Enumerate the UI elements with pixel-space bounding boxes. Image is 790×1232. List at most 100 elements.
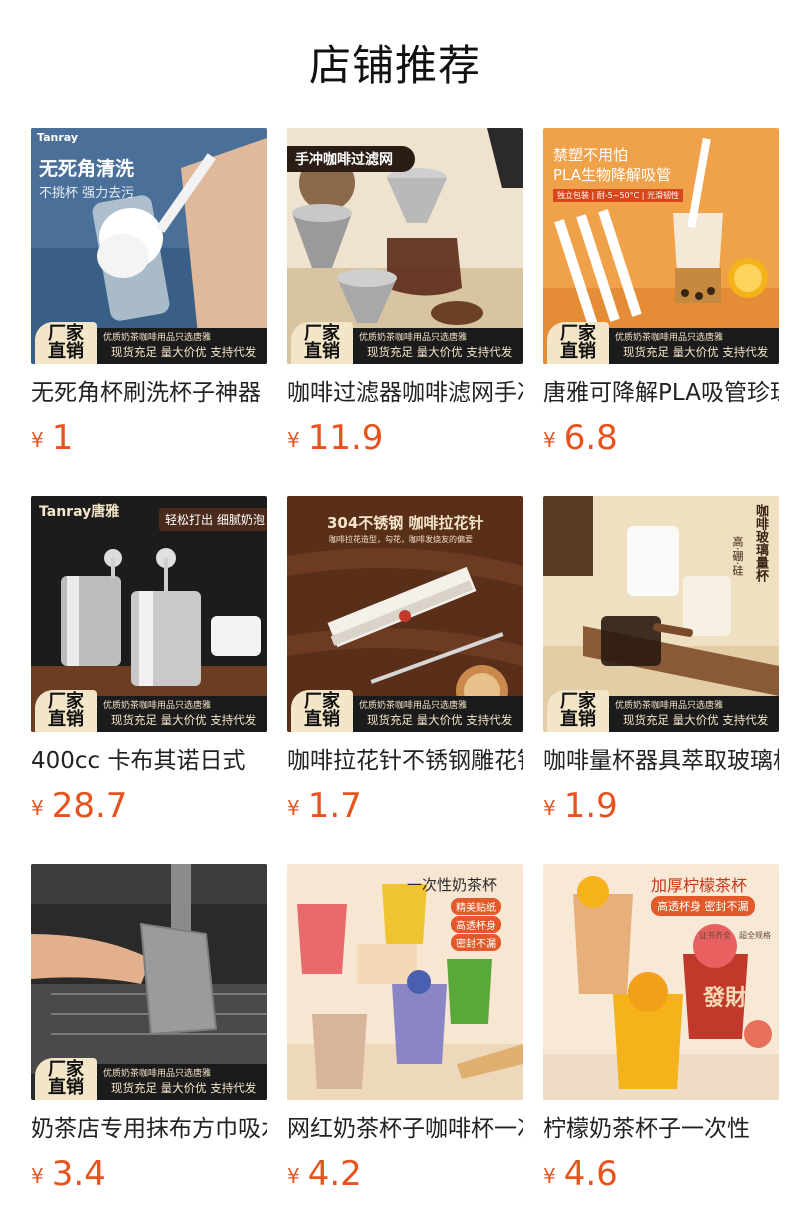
banner-strip: 优质奶茶咖啡用品只选唐雅 现货充足 量大价优 支持代发 — [351, 328, 523, 364]
badge-line2: 直销 — [560, 709, 596, 730]
badge-line2: 直销 — [560, 341, 596, 362]
banner-strip: 优质奶茶咖啡用品只选唐雅 现货充足 量大价优 支持代发 — [607, 696, 779, 732]
product-name[interactable]: 网红奶茶杯子咖啡杯一次性 — [287, 1112, 523, 1146]
product-image[interactable]: 304不锈钢 咖啡拉花针 咖啡拉花造型，勾花，咖啡发烧友的偏爱 优质奶茶咖啡用品… — [287, 496, 523, 732]
banner-top-text: 优质奶茶咖啡用品只选唐雅 — [615, 333, 724, 343]
image-subtitle: PLA生物降解吸管 — [553, 166, 672, 184]
price-value: 1 — [51, 418, 74, 458]
image-tag: 轻松打出 细腻奶泡 — [159, 508, 267, 531]
product-card[interactable]: 禁塑不用怕 PLA生物降解吸管 独立包装 | 耐-5~50°C | 光滑韧性 优… — [543, 128, 779, 462]
image-tag: 超全规格 — [739, 931, 771, 940]
image-headline: 304不锈钢 咖啡拉花针 — [327, 514, 484, 532]
image-headline: 一次性奶茶杯 — [407, 876, 498, 894]
product-image[interactable]: 优质奶茶咖啡用品只选唐雅 现货充足 量大价优 支持代发 厂家 直销 — [31, 864, 267, 1100]
factory-direct-banner: 优质奶茶咖啡用品只选唐雅 现货充足 量大价优 支持代发 厂家 直销 — [543, 690, 779, 732]
product-name[interactable]: 400cc 卡布其诺日式 — [31, 744, 267, 778]
banner-top-text: 优质奶茶咖啡用品只选唐雅 — [359, 701, 468, 711]
badge-line2: 直销 — [304, 341, 340, 362]
factory-badge: 厂家 直销 — [35, 322, 97, 364]
product-image[interactable]: 咖啡玻璃量杯 高·硼·硅 优质奶茶咖啡用品只选唐雅 现货充足 量大价优 支持代发… — [543, 496, 779, 732]
image-subtitle: 咖啡拉花造型，勾花，咖啡发烧友的偏爱 — [329, 535, 473, 544]
factory-direct-banner: 优质奶茶咖啡用品只选唐雅 现货充足 量大价优 支持代发 厂家 直销 — [31, 1058, 267, 1100]
currency-symbol: ¥ — [543, 428, 556, 452]
currency-symbol: ¥ — [287, 428, 300, 452]
product-image[interactable]: Tanray 无死角清洗 不挑杯 强力去污 优质奶茶咖啡用品只选唐雅 现货充足 … — [31, 128, 267, 364]
product-price: ¥28.7 — [31, 786, 267, 830]
banner-top-text: 优质奶茶咖啡用品只选唐雅 — [103, 1069, 212, 1079]
factory-badge: 厂家 直销 — [291, 690, 353, 732]
product-image[interactable]: 手冲咖啡过滤网 优质奶茶咖啡用品只选唐雅 现货充足 量大价优 支持代发 厂家 直… — [287, 128, 523, 364]
banner-bottom-text: 现货充足 量大价优 支持代发 — [111, 1081, 257, 1095]
factory-direct-banner: 优质奶茶咖啡用品只选唐雅 现货充足 量大价优 支持代发 厂家 直销 — [31, 690, 267, 732]
image-headline: 咖啡玻璃量杯 — [753, 504, 768, 582]
product-card[interactable]: 优质奶茶咖啡用品只选唐雅 现货充足 量大价优 支持代发 厂家 直销 奶茶店专用抹… — [31, 864, 267, 1198]
image-headline: 禁塑不用怕 — [553, 146, 629, 164]
banner-bottom-text: 现货充足 量大价优 支持代发 — [111, 345, 257, 359]
product-card[interactable]: 一次性奶茶杯 精美贴纸 高透杯身 密封不漏 网红奶茶杯子咖啡杯一次性 ¥4.2 — [287, 864, 523, 1198]
product-price: ¥1 — [31, 418, 267, 462]
badge-line2: 直销 — [48, 709, 84, 730]
product-card[interactable]: 加厚柠檬茶杯 高透杯身 密封不漏 证书齐全 超全规格 發財 柠檬奶茶杯子一次性 … — [543, 864, 779, 1198]
badge-line2: 直销 — [48, 1077, 84, 1098]
product-price: ¥1.7 — [287, 786, 523, 830]
product-card[interactable]: 手冲咖啡过滤网 优质奶茶咖啡用品只选唐雅 现货充足 量大价优 支持代发 厂家 直… — [287, 128, 523, 462]
banner-top-text: 优质奶茶咖啡用品只选唐雅 — [103, 333, 212, 343]
factory-direct-banner: 优质奶茶咖啡用品只选唐雅 现货充足 量大价优 支持代发 厂家 直销 — [543, 322, 779, 364]
product-name[interactable]: 咖啡拉花针不锈钢雕花针 — [287, 744, 523, 778]
price-value: 4.2 — [307, 1154, 362, 1194]
factory-badge: 厂家 直销 — [547, 322, 609, 364]
banner-strip: 优质奶茶咖啡用品只选唐雅 现货充足 量大价优 支持代发 — [95, 328, 267, 364]
currency-symbol: ¥ — [287, 796, 300, 820]
banner-bottom-text: 现货充足 量大价优 支持代发 — [623, 713, 769, 727]
product-name[interactable]: 奶茶店专用抹布方巾吸水 — [31, 1112, 267, 1146]
currency-symbol: ¥ — [287, 1164, 300, 1188]
product-image[interactable]: 禁塑不用怕 PLA生物降解吸管 独立包装 | 耐-5~50°C | 光滑韧性 优… — [543, 128, 779, 364]
product-price: ¥1.9 — [543, 786, 779, 830]
cup-print-text: 發財 — [703, 986, 748, 1011]
factory-direct-banner: 优质奶茶咖啡用品只选唐雅 现货充足 量大价优 支持代发 厂家 直销 — [287, 322, 523, 364]
product-image[interactable]: Tanray唐雅 轻松打出 细腻奶泡 优质奶茶咖啡用品只选唐雅 现货充足 量大价… — [31, 496, 267, 732]
currency-symbol: ¥ — [31, 1164, 44, 1188]
price-value: 1.9 — [563, 786, 618, 826]
image-subtitle: 高·硼·硅 — [731, 536, 744, 576]
brand-label: Tanray — [37, 131, 79, 144]
factory-badge: 厂家 直销 — [35, 690, 97, 732]
image-tag: 独立包装 | 耐-5~50°C | 光滑韧性 — [553, 189, 684, 202]
product-image[interactable]: 加厚柠檬茶杯 高透杯身 密封不漏 证书齐全 超全规格 發財 — [543, 864, 779, 1100]
currency-symbol: ¥ — [31, 796, 44, 820]
factory-badge: 厂家 直销 — [291, 322, 353, 364]
product-price: ¥6.8 — [543, 418, 779, 462]
product-name[interactable]: 无死角杯刷洗杯子神器 — [31, 376, 267, 410]
product-card[interactable]: 咖啡玻璃量杯 高·硼·硅 优质奶茶咖啡用品只选唐雅 现货充足 量大价优 支持代发… — [543, 496, 779, 830]
product-name[interactable]: 咖啡量杯器具萃取玻璃杯 — [543, 744, 779, 778]
currency-symbol: ¥ — [543, 796, 556, 820]
product-image[interactable]: 一次性奶茶杯 精美贴纸 高透杯身 密封不漏 — [287, 864, 523, 1100]
banner-strip: 优质奶茶咖啡用品只选唐雅 现货充足 量大价优 支持代发 — [607, 328, 779, 364]
banner-strip: 优质奶茶咖啡用品只选唐雅 现货充足 量大价优 支持代发 — [95, 1064, 267, 1100]
banner-strip: 优质奶茶咖啡用品只选唐雅 现货充足 量大价优 支持代发 — [351, 696, 523, 732]
badge-line2: 直销 — [304, 709, 340, 730]
factory-badge: 厂家 直销 — [547, 690, 609, 732]
banner-top-text: 优质奶茶咖啡用品只选唐雅 — [615, 701, 724, 711]
product-card[interactable]: Tanray 无死角清洗 不挑杯 强力去污 优质奶茶咖啡用品只选唐雅 现货充足 … — [31, 128, 267, 462]
image-tag: 高透杯身 — [451, 916, 501, 933]
product-price: ¥4.6 — [543, 1154, 779, 1198]
banner-bottom-text: 现货充足 量大价优 支持代发 — [367, 345, 513, 359]
store-recommend-page: 店铺推荐 Tanray 无死角清洗 不挑杯 强力去污 优质奶茶咖啡用品只选唐雅 … — [0, 0, 790, 1232]
price-value: 3.4 — [51, 1154, 106, 1194]
product-name[interactable]: 咖啡过滤器咖啡滤网手冲 — [287, 376, 523, 410]
banner-top-text: 优质奶茶咖啡用品只选唐雅 — [359, 333, 468, 343]
product-card[interactable]: Tanray唐雅 轻松打出 细腻奶泡 优质奶茶咖啡用品只选唐雅 现货充足 量大价… — [31, 496, 267, 830]
image-headline: 加厚柠檬茶杯 — [651, 876, 748, 895]
price-value: 6.8 — [563, 418, 618, 458]
image-subtitle: 高透杯身 密封不漏 — [651, 896, 755, 916]
factory-badge: 厂家 直销 — [35, 1058, 97, 1100]
banner-strip: 优质奶茶咖啡用品只选唐雅 现货充足 量大价优 支持代发 — [95, 696, 267, 732]
product-name[interactable]: 柠檬奶茶杯子一次性 — [543, 1112, 779, 1146]
image-tag: 密封不漏 — [451, 934, 501, 951]
banner-bottom-text: 现货充足 量大价优 支持代发 — [111, 713, 257, 727]
image-subtitle: 不挑杯 强力去污 — [39, 186, 135, 201]
product-name[interactable]: 唐雅可降解PLA吸管珍珠 — [543, 376, 779, 410]
product-price: ¥3.4 — [31, 1154, 267, 1198]
product-card[interactable]: 304不锈钢 咖啡拉花针 咖啡拉花造型，勾花，咖啡发烧友的偏爱 优质奶茶咖啡用品… — [287, 496, 523, 830]
